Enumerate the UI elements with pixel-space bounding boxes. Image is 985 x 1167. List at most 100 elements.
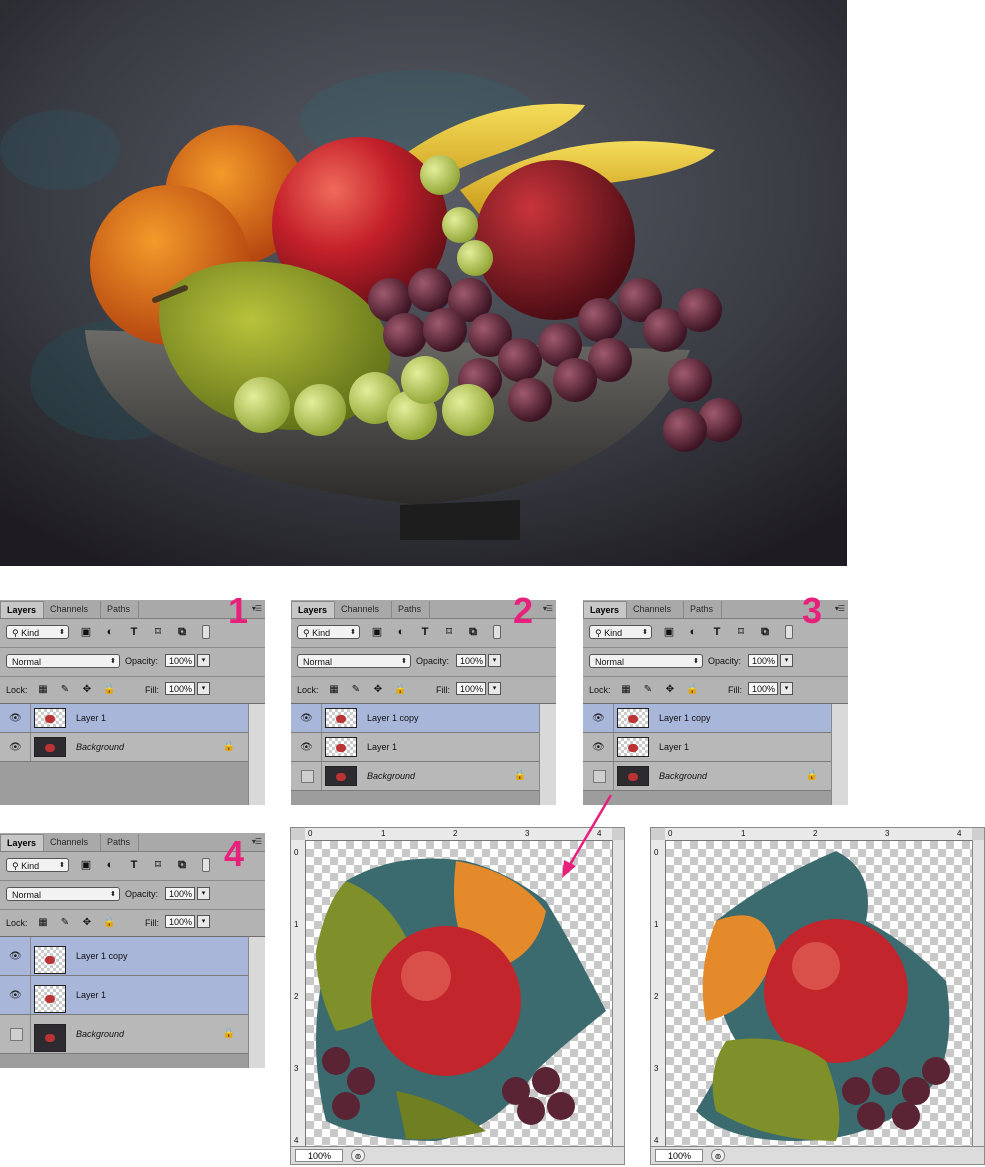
tab-channels[interactable]: Channels [44, 834, 101, 851]
lock-position-icon[interactable]: ✥ [81, 684, 93, 696]
tab-layers[interactable]: Layers [0, 834, 44, 851]
smart-object-filter-icon[interactable]: ⧉ [759, 626, 771, 638]
layer-thumbnail[interactable] [325, 736, 357, 757]
blend-mode-select[interactable]: Normal ⬍ [589, 654, 703, 668]
filter-kind-select[interactable]: ⚲ Kind ⬍ [589, 625, 652, 639]
opacity-dropdown-button[interactable]: ▾ [488, 654, 501, 667]
layer-row[interactable]: Background 🔒 [0, 1015, 249, 1054]
layer-thumbnail[interactable] [34, 984, 66, 1013]
type-filter-icon[interactable]: T [711, 626, 723, 638]
panel-menu-icon[interactable]: ▾☰ [252, 604, 262, 613]
layer-thumbnail[interactable] [34, 1023, 66, 1052]
lock-image-icon[interactable]: ✎ [350, 684, 362, 696]
fill-dropdown-button[interactable]: ▾ [780, 682, 793, 695]
opacity-input[interactable]: 100% [165, 887, 195, 900]
image-filter-icon[interactable]: ▣ [80, 859, 92, 871]
horizontal-ruler[interactable]: 0 1 2 3 4 [665, 828, 972, 841]
tab-layers[interactable]: Layers [583, 601, 627, 618]
eye-icon[interactable]: 👁 [9, 951, 22, 962]
layer-row[interactable]: 👁 Layer 1 [0, 704, 249, 733]
eye-icon[interactable]: 👁 [9, 713, 22, 724]
eye-icon[interactable]: 👁 [300, 713, 313, 724]
lock-image-icon[interactable]: ✎ [642, 684, 654, 696]
eye-icon[interactable]: 👁 [592, 742, 605, 753]
opacity-dropdown-button[interactable]: ▾ [780, 654, 793, 667]
blend-mode-select[interactable]: Normal ⬍ [6, 654, 120, 668]
adjustment-filter-icon[interactable]: ◐ [395, 626, 407, 638]
panel-menu-icon[interactable]: ▾☰ [543, 604, 553, 613]
filter-kind-select[interactable]: ⚲ Kind ⬍ [6, 625, 69, 639]
layer-thumbnail[interactable] [34, 707, 66, 728]
layer-row[interactable]: 👁 Layer 1 [291, 733, 540, 762]
smart-object-filter-icon[interactable]: ⧉ [176, 626, 188, 638]
layer-thumbnail[interactable] [34, 945, 66, 974]
layer-row[interactable]: 👁 Background 🔒 [0, 733, 249, 762]
tab-paths[interactable]: Paths [684, 601, 722, 618]
fill-dropdown-button[interactable]: ▾ [197, 682, 210, 695]
layers-scrollbar[interactable] [539, 704, 556, 805]
panel-menu-icon[interactable]: ▾☰ [252, 837, 262, 846]
image-filter-icon[interactable]: ▣ [371, 626, 383, 638]
lock-all-icon[interactable]: 🔒 [103, 684, 115, 696]
info-icon[interactable]: ⊚ [351, 1149, 365, 1162]
lock-position-icon[interactable]: ✥ [81, 917, 93, 929]
type-filter-icon[interactable]: T [128, 626, 140, 638]
tab-layers[interactable]: Layers [291, 601, 335, 618]
blend-mode-select[interactable]: Normal ⬍ [6, 887, 120, 901]
tab-channels[interactable]: Channels [44, 601, 101, 618]
shape-filter-icon[interactable]: ⌑ [735, 626, 747, 638]
adjustment-filter-icon[interactable]: ◐ [687, 626, 699, 638]
layer-thumbnail[interactable] [617, 736, 649, 757]
fill-input[interactable]: 100% [748, 682, 778, 695]
shape-filter-icon[interactable]: ⌑ [152, 626, 164, 638]
filter-kind-select[interactable]: ⚲ Kind ⬍ [297, 625, 360, 639]
opacity-dropdown-button[interactable]: ▾ [197, 887, 210, 900]
lock-image-icon[interactable]: ✎ [59, 684, 71, 696]
type-filter-icon[interactable]: T [128, 859, 140, 871]
canvas-window-flipped[interactable]: 0 1 2 3 4 0 1 2 3 4 100% ⊚ [650, 827, 985, 1165]
fill-dropdown-button[interactable]: ▾ [197, 915, 210, 928]
layer-row[interactable]: 👁 Layer 1 [583, 733, 832, 762]
layers-scrollbar[interactable] [248, 704, 265, 805]
lock-transparent-icon[interactable]: ▦ [37, 684, 49, 696]
layer-thumbnail[interactable] [325, 765, 357, 786]
lock-all-icon[interactable]: 🔒 [686, 684, 698, 696]
visibility-toggle[interactable] [301, 769, 314, 783]
visibility-toggle[interactable] [593, 769, 606, 783]
tab-paths[interactable]: Paths [101, 601, 139, 618]
zoom-level-field[interactable]: 100% [295, 1149, 343, 1162]
fill-input[interactable]: 100% [456, 682, 486, 695]
layers-scrollbar[interactable] [831, 704, 848, 805]
vertical-scrollbar[interactable] [972, 840, 984, 1146]
vertical-scrollbar[interactable] [612, 840, 624, 1146]
tab-paths[interactable]: Paths [392, 601, 430, 618]
transparent-canvas[interactable] [306, 841, 612, 1146]
transparent-canvas[interactable] [666, 841, 972, 1146]
fill-input[interactable]: 100% [165, 682, 195, 695]
lock-transparent-icon[interactable]: ▦ [328, 684, 340, 696]
image-filter-icon[interactable]: ▣ [80, 626, 92, 638]
vertical-ruler[interactable]: 0 1 2 3 4 [291, 840, 306, 1146]
layer-row[interactable]: 👁 Layer 1 copy [291, 704, 540, 733]
visibility-toggle[interactable] [10, 1027, 23, 1041]
image-filter-icon[interactable]: ▣ [663, 626, 675, 638]
filter-kind-select[interactable]: ⚲ Kind ⬍ [6, 858, 69, 872]
layer-row[interactable]: 👁 Layer 1 copy [0, 937, 249, 976]
smart-object-filter-icon[interactable]: ⧉ [467, 626, 479, 638]
blend-mode-select[interactable]: Normal ⬍ [297, 654, 411, 668]
opacity-input[interactable]: 100% [748, 654, 778, 667]
layer-row[interactable]: Background 🔒 [583, 762, 832, 791]
tab-channels[interactable]: Channels [335, 601, 392, 618]
layer-row[interactable]: 👁 Layer 1 [0, 976, 249, 1015]
lock-transparent-icon[interactable]: ▦ [37, 917, 49, 929]
tab-paths[interactable]: Paths [101, 834, 139, 851]
lock-all-icon[interactable]: 🔒 [103, 917, 115, 929]
shape-filter-icon[interactable]: ⌑ [152, 859, 164, 871]
adjustment-filter-icon[interactable]: ◐ [104, 859, 116, 871]
layer-thumbnail[interactable] [325, 707, 357, 728]
eye-icon[interactable]: 👁 [9, 990, 22, 1001]
filter-toggle[interactable] [202, 625, 210, 639]
zoom-level-field[interactable]: 100% [655, 1149, 703, 1162]
lock-image-icon[interactable]: ✎ [59, 917, 71, 929]
tab-layers[interactable]: Layers [0, 601, 44, 618]
